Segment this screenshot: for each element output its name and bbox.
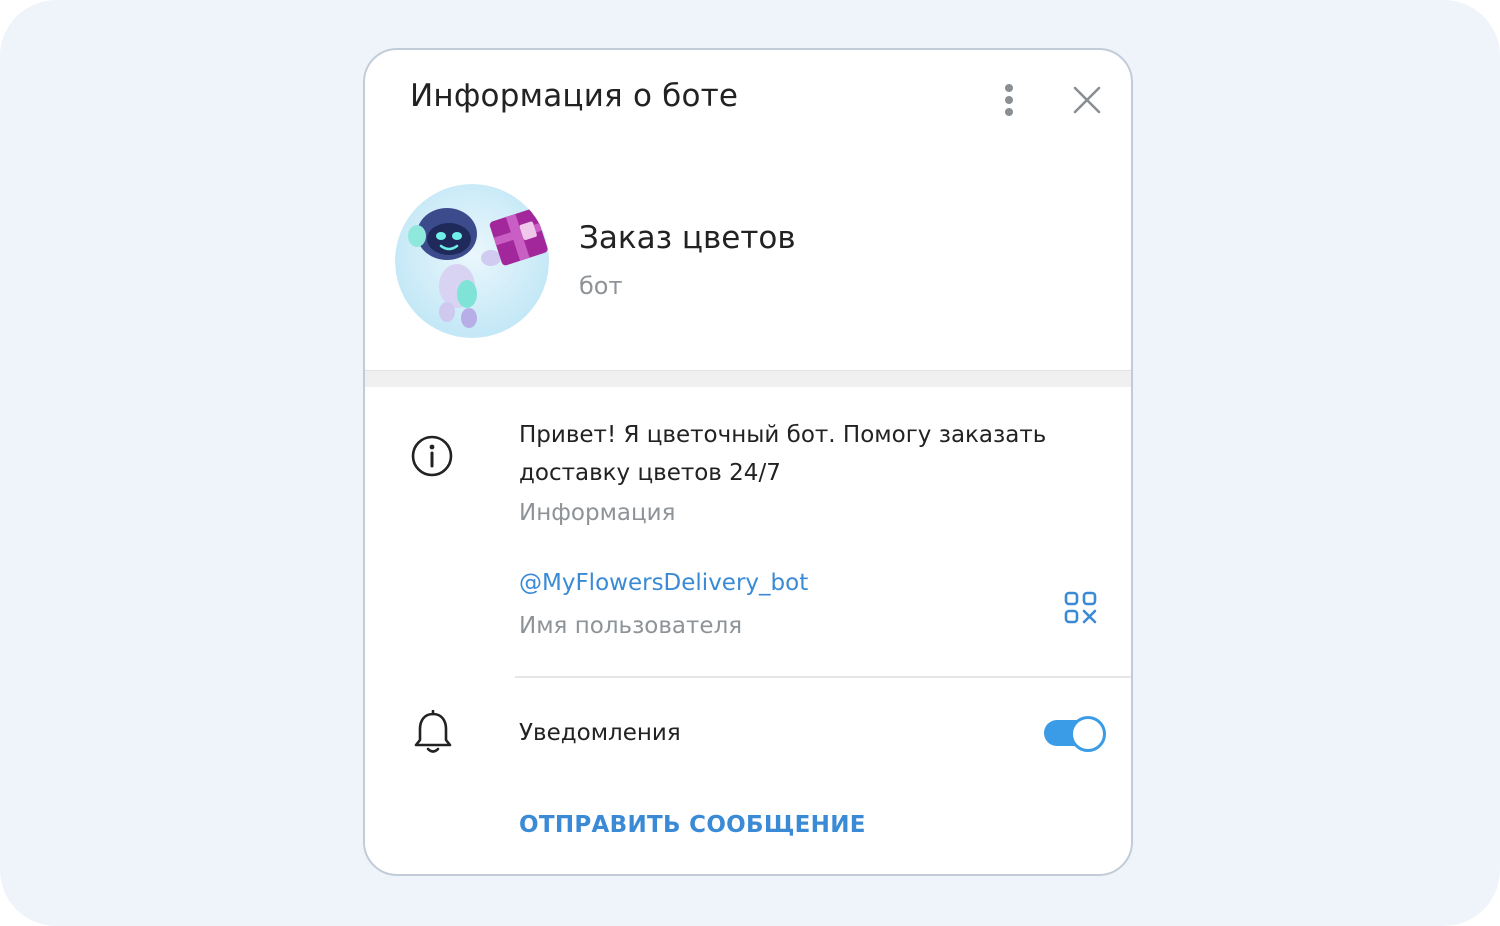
section-divider [365, 370, 1131, 387]
send-message-button[interactable]: ОТПРАВИТЬ СООБЩЕНИЕ [519, 812, 866, 838]
bot-username[interactable]: @MyFlowersDelivery_bot [519, 570, 808, 596]
bell-icon [413, 709, 453, 760]
dialog-title: Информация о боте [410, 78, 739, 114]
qr-code-button[interactable] [1063, 590, 1099, 626]
username-label: Имя пользователя [519, 613, 743, 639]
bot-subtitle: бот [579, 272, 623, 300]
notifications-label: Уведомления [519, 720, 681, 746]
robot-with-gift-avatar [395, 184, 549, 338]
more-vertical-icon [1005, 84, 1013, 92]
close-icon [1073, 86, 1101, 114]
qr-code-icon [1064, 591, 1097, 624]
more-dot [1005, 108, 1013, 116]
more-dot [1005, 96, 1013, 104]
bot-name: Заказ цветов [579, 220, 796, 256]
info-icon [410, 434, 454, 482]
info-label: Информация [519, 500, 676, 526]
bot-info-dialog: Информация о боте Заказ цветов бот Приве… [363, 48, 1133, 876]
row-divider [515, 676, 1131, 678]
bot-description: Привет! Я цветочный бот. Помогу заказать… [519, 422, 1047, 486]
bot-avatar[interactable] [395, 184, 549, 338]
close-button[interactable] [1067, 80, 1107, 120]
notifications-toggle[interactable] [1042, 716, 1106, 752]
toggle-knob [1070, 716, 1106, 752]
more-options-button[interactable] [989, 78, 1029, 122]
